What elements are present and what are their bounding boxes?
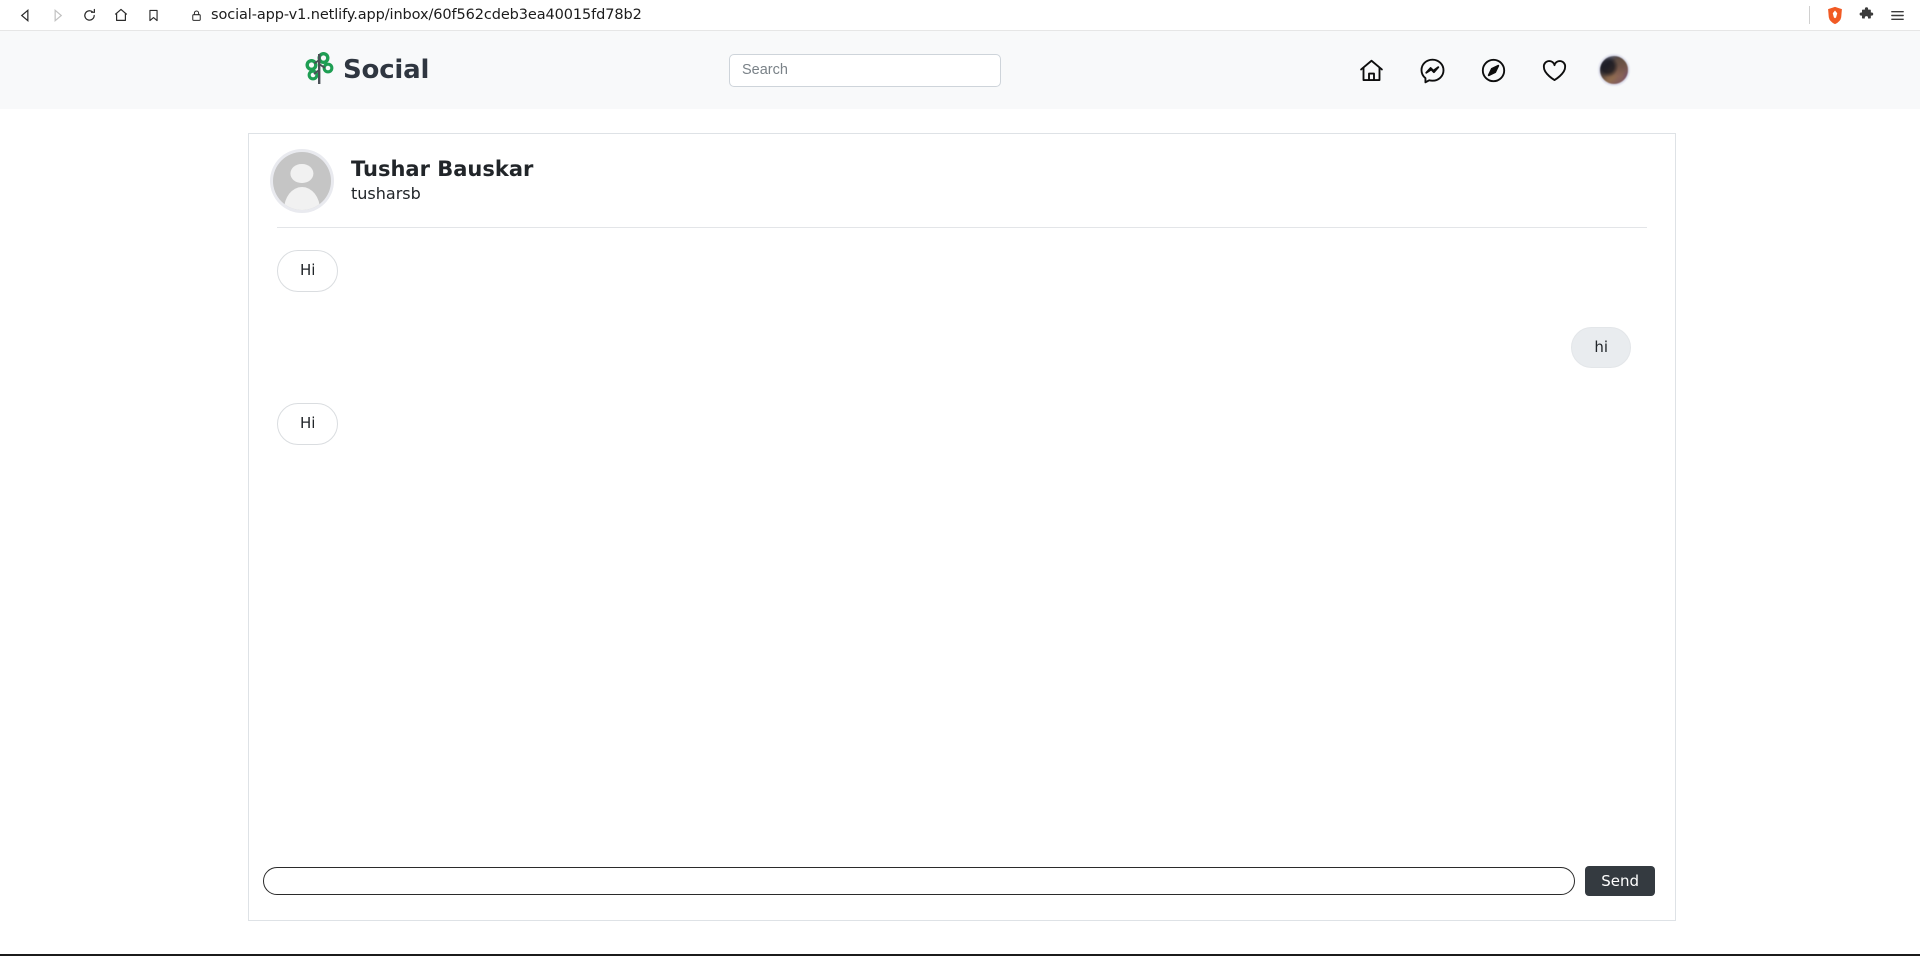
message-row: Hi (277, 403, 1647, 445)
peer-name: Tushar Bauskar (351, 156, 534, 181)
puzzle-icon[interactable] (1858, 6, 1875, 24)
search-input[interactable] (729, 53, 1001, 87)
chat-card: Tushar Bauskar tusharsb Hi hi Hi Send (248, 133, 1676, 921)
message-input[interactable] (263, 867, 1576, 895)
peer-identity: Tushar Bauskar tusharsb (351, 156, 533, 206)
messenger-icon[interactable] (1415, 53, 1449, 87)
peer-avatar (273, 152, 331, 210)
window-bottom-rule (0, 954, 1920, 956)
browser-actions (1809, 6, 1910, 25)
home-icon[interactable] (1354, 53, 1388, 87)
header-nav-icons (1354, 53, 1920, 87)
peer-handle: tusharsb (351, 184, 421, 204)
brand-name: Social (343, 55, 430, 85)
compass-icon[interactable] (1476, 53, 1510, 87)
heart-icon[interactable] (1537, 53, 1571, 87)
bookmark-icon[interactable] (138, 2, 168, 28)
address-bar[interactable]: social-app-v1.netlify.app/inbox/60f562cd… (182, 3, 1799, 27)
toolbar-divider (1809, 6, 1810, 24)
message-bubble-outgoing: hi (1571, 326, 1631, 368)
page-body: Tushar Bauskar tusharsb Hi hi Hi Send (0, 109, 1920, 962)
brand-logo[interactable]: Social (303, 50, 429, 91)
chat-peer-header[interactable]: Tushar Bauskar tusharsb (249, 134, 1675, 210)
brave-shield-icon[interactable] (1826, 6, 1844, 25)
message-bubble-incoming: Hi (277, 403, 339, 445)
reload-icon[interactable] (74, 2, 104, 28)
message-bubble-incoming: Hi (277, 250, 339, 292)
app-header: Social (0, 31, 1920, 109)
message-row: hi (277, 326, 1647, 368)
hamburger-menu-icon[interactable] (1889, 7, 1906, 24)
message-composer: Send (249, 866, 1675, 920)
lock-icon (190, 9, 203, 22)
home-icon[interactable] (106, 2, 136, 28)
message-row: Hi (277, 250, 1647, 292)
browser-toolbar: social-app-v1.netlify.app/inbox/60f562cd… (0, 0, 1920, 31)
forward-arrow-icon (42, 2, 72, 28)
url-text: social-app-v1.netlify.app/inbox/60f562cd… (211, 7, 642, 23)
send-button[interactable]: Send (1585, 866, 1655, 896)
back-arrow-icon[interactable] (10, 2, 40, 28)
profile-avatar[interactable] (1598, 54, 1630, 86)
tree-logo-icon (303, 50, 337, 91)
message-list: Hi hi Hi (249, 228, 1675, 866)
